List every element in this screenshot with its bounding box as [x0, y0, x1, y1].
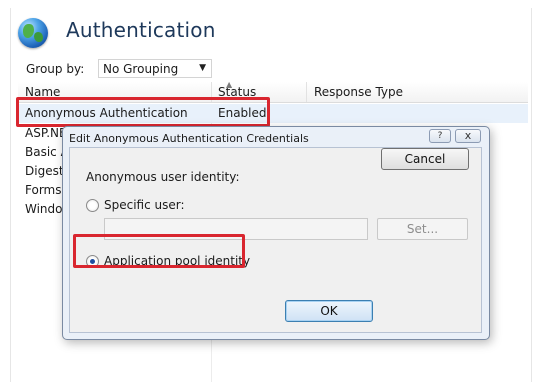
group-by-dropdown[interactable]: No Grouping ▼	[98, 59, 212, 78]
page-title: Authentication	[66, 18, 216, 42]
group-by-label: Group by:	[26, 62, 85, 76]
column-header-response-type[interactable]: Response Type	[314, 85, 403, 99]
column-divider[interactable]	[306, 82, 307, 102]
dialog-title: Edit Anonymous Authentication Credential…	[69, 132, 309, 145]
sort-indicator-icon: ▲	[226, 80, 233, 89]
close-icon[interactable]: x	[455, 129, 481, 143]
identity-label: Anonymous user identity:	[86, 170, 240, 184]
row-name: ASP.NE	[25, 126, 67, 140]
cancel-button[interactable]: Cancel	[381, 148, 469, 170]
group-by-value: No Grouping	[103, 62, 179, 76]
globe-icon	[18, 18, 48, 48]
edit-credentials-dialog: Edit Anonymous Authentication Credential…	[62, 126, 490, 340]
specific-user-label[interactable]: Specific user:	[104, 198, 185, 212]
highlight-box-anonymous-row	[16, 97, 270, 127]
group-by-toolbar: Group by: No Grouping ▼	[18, 58, 528, 80]
chevron-down-icon: ▼	[199, 63, 206, 73]
specific-user-radio[interactable]	[86, 199, 99, 212]
set-button[interactable]: Set...	[377, 218, 468, 240]
help-icon[interactable]: ?	[429, 129, 451, 143]
highlight-box-app-pool-identity	[73, 234, 245, 268]
ok-button[interactable]: OK	[285, 300, 373, 322]
